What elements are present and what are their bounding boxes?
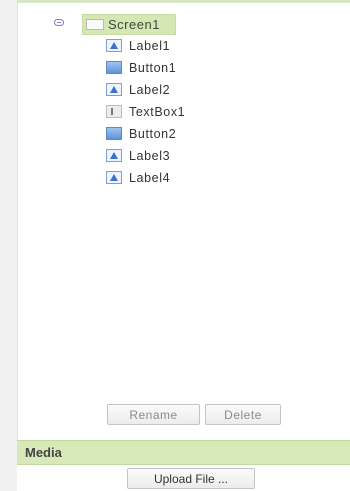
media-panel-header: Media — [17, 440, 350, 465]
component-actions: Rename Delete — [18, 404, 350, 428]
button-icon — [106, 127, 122, 140]
tree-item-button1[interactable]: Button1 — [18, 58, 318, 78]
tree-item-label3[interactable]: Label3 — [18, 146, 318, 166]
tree-item-label: TextBox1 — [129, 105, 186, 119]
tree-item-label: Button1 — [129, 61, 177, 75]
tree-item-label: Label2 — [129, 83, 171, 97]
textbox-icon — [106, 105, 122, 118]
media-panel: Upload File ... — [17, 465, 350, 491]
collapse-toggle-icon[interactable] — [54, 19, 64, 26]
rename-button[interactable]: Rename — [107, 404, 200, 425]
tree-item-label1[interactable]: Label1 — [18, 36, 318, 56]
tree-item-label: Label4 — [129, 171, 171, 185]
tree-item-label: Label1 — [129, 39, 171, 53]
label-icon — [106, 39, 122, 52]
tree-item-label4[interactable]: Label4 — [18, 168, 318, 188]
tree-item-button2[interactable]: Button2 — [18, 124, 318, 144]
left-gutter — [0, 0, 18, 491]
media-title: Media — [25, 445, 62, 460]
label-icon — [106, 171, 122, 184]
tree-item-textbox1[interactable]: TextBox1 — [18, 102, 318, 122]
tree-item-label: Label3 — [129, 149, 171, 163]
label-icon — [106, 149, 122, 162]
upload-file-button[interactable]: Upload File ... — [127, 468, 255, 489]
tree-item-label: Screen1 — [108, 17, 160, 32]
label-icon — [106, 83, 122, 96]
tree-item-label: Button2 — [129, 127, 177, 141]
components-panel: Screen1 Label1 Button1 Label2 TextBox1 B… — [18, 3, 350, 435]
delete-button[interactable]: Delete — [205, 404, 281, 425]
tree-item-label2[interactable]: Label2 — [18, 80, 318, 100]
screen-icon — [86, 19, 104, 30]
button-icon — [106, 61, 122, 74]
